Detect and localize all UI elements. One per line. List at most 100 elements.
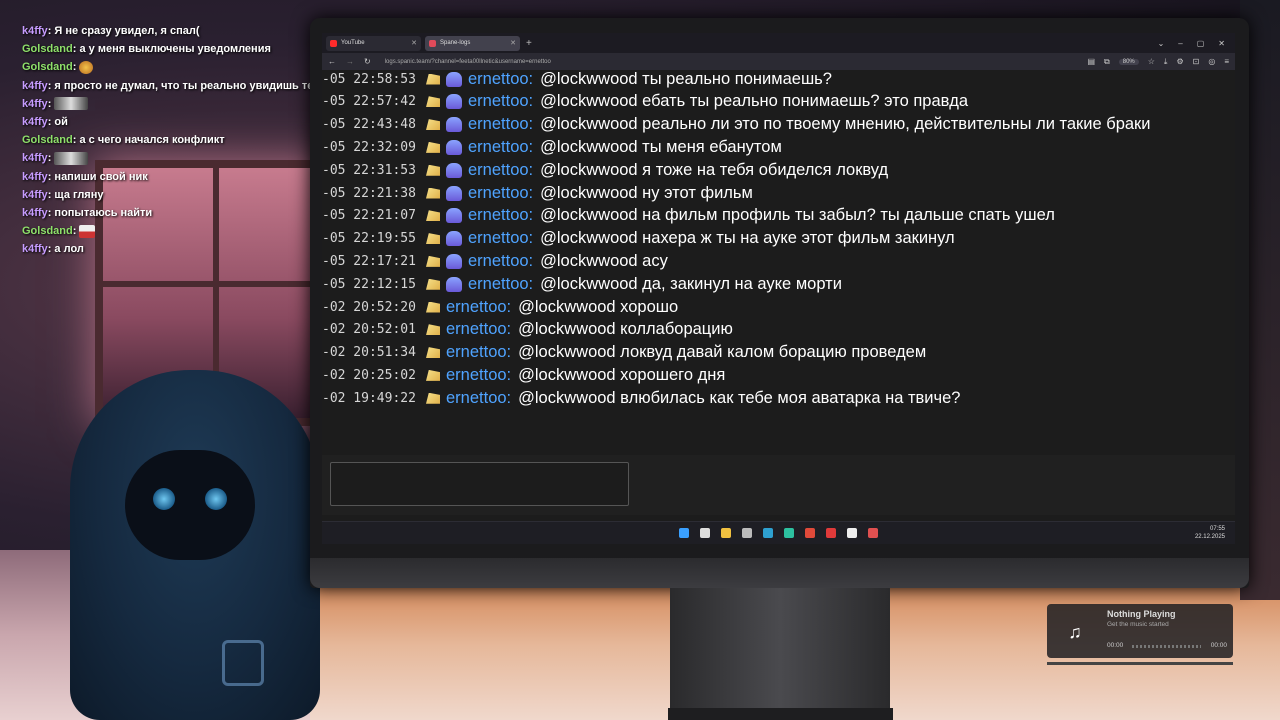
cheese-badge-icon (426, 96, 440, 108)
log-row: -05 22:21:07 ernettoo: @lockwwood на фильм… (322, 205, 1055, 227)
log-username[interactable]: ernettoo: (468, 138, 533, 157)
log-username[interactable]: ernettoo: (446, 298, 511, 317)
log-username[interactable]: ernettoo: (468, 184, 533, 203)
music-time-current: 00:00 (1107, 642, 1124, 649)
file-explorer-icon[interactable] (721, 528, 731, 538)
chat-message: k4ffy: ща гляну (22, 188, 104, 201)
log-message: @lockwwood коллаборацию (518, 320, 733, 339)
chat-message: k4ffy: я просто не думал, что ты реально… (22, 79, 417, 92)
terminal-icon[interactable] (742, 528, 752, 538)
chat-emote (79, 61, 94, 74)
log-username[interactable]: ernettoo: (468, 115, 533, 134)
chat-username: k4ffy (22, 116, 48, 129)
log-row: -05 22:17:21 ernettoo: @lockwwood асу (322, 250, 668, 272)
url-text: logs.spanic.team/?channel=feeta00llnetic… (384, 58, 551, 65)
chat-emote (54, 152, 89, 166)
chat-text: ой (54, 116, 68, 129)
taskbar-icons (679, 528, 878, 538)
chat-message: k4ffy: (22, 95, 312, 113)
account-icon[interactable]: ◎ (1208, 57, 1215, 66)
menu-icon[interactable]: ≡ (1224, 57, 1229, 66)
close-icon[interactable]: ✕ (510, 39, 516, 47)
obs-icon[interactable] (868, 528, 878, 538)
notion-icon[interactable] (847, 528, 857, 538)
windows-start-icon[interactable] (679, 528, 689, 538)
tab-list-icon[interactable]: ⌄ (1158, 39, 1165, 48)
tab-spane-logs[interactable]: Spane-logs ✕ (425, 35, 520, 51)
ghost-badge-icon (446, 231, 462, 247)
back-icon[interactable]: ← (328, 57, 336, 66)
log-username[interactable]: ernettoo: (446, 389, 511, 408)
log-username[interactable]: ernettoo: (468, 275, 533, 294)
chat-username: Golsdand (22, 61, 73, 74)
url-bar[interactable]: logs.spanic.team/?channel=feeta00llnetic… (381, 56, 1078, 68)
music-seek-bar[interactable] (1132, 645, 1201, 648)
chat-username: k4ffy (22, 79, 48, 92)
lock-icon[interactable]: ⊡ (1193, 57, 1200, 66)
browser-window: YouTube ✕ Spane-logs ✕ + ⌄ – ▢ ✕ ← → ↻ l… (322, 33, 1235, 543)
log-username[interactable]: ernettoo: (446, 366, 511, 385)
log-username[interactable]: ernettoo: (468, 161, 533, 180)
chat-text: напиши свой ник (54, 170, 148, 183)
minimize-button[interactable]: – (1178, 39, 1182, 48)
log-message: @lockwwood да, закинул на ауке морти (540, 274, 842, 293)
clock-time: 07:55 (1209, 526, 1225, 532)
log-message: @lockwwood хорошо (518, 297, 679, 316)
zoom-level[interactable]: 80% (1118, 58, 1139, 65)
lock-icon (222, 640, 264, 686)
log-username[interactable]: ernettoo: (446, 343, 511, 362)
yandex-icon[interactable] (805, 528, 815, 538)
chat-username: k4ffy (22, 207, 48, 220)
log-username[interactable]: ernettoo: (468, 70, 533, 89)
clock-date: 22.12.2025 (1194, 534, 1225, 540)
log-row: -02 20:52:20 ernettoo: @lockwwood хорошо (322, 296, 678, 318)
ghost-badge-icon (446, 71, 462, 87)
log-timestamp: -05 22:58:53 (322, 71, 416, 87)
log-username[interactable]: ernettoo: (468, 92, 533, 111)
chat-message: Golsdand: а с чего начался конфликт (22, 134, 225, 147)
log-message: @lockwwood хорошего дня (518, 365, 726, 384)
bookmark-star-icon[interactable]: ☆ (1148, 57, 1155, 66)
app-icon[interactable] (784, 528, 794, 538)
close-icon[interactable]: ✕ (411, 39, 417, 47)
telegram-icon[interactable] (763, 528, 773, 538)
brave-icon[interactable] (826, 528, 836, 538)
music-widget: ♫ Nothing Playing Get the music started … (1047, 604, 1233, 665)
monitor-chin (310, 558, 1249, 588)
log-username[interactable]: ernettoo: (468, 206, 533, 225)
log-timestamp: -05 22:21:38 (322, 185, 416, 201)
cheese-badge-icon (426, 369, 440, 381)
monitor-stand (670, 588, 890, 720)
log-row: -05 22:21:38 ernettoo: @lockwwood ну этот … (322, 182, 753, 204)
download-icon[interactable]: ⤓ (1164, 57, 1168, 67)
log-message: @lockwwood ты реально понимаешь? (540, 69, 832, 88)
log-timestamp: -02 20:51:34 (322, 345, 416, 361)
screenshot-icon[interactable]: ⧉ (1104, 57, 1110, 67)
extensions-icon[interactable]: ⚙ (1176, 57, 1183, 66)
log-message: @lockwwood реально ли это по твоему мнен… (540, 115, 1151, 134)
log-timestamp: -05 22:31:53 (322, 162, 416, 178)
ghost-badge-icon (446, 117, 462, 133)
new-tab-button[interactable]: + (526, 38, 532, 49)
chat-message: k4ffy: Я не сразу увидел, я спал( (22, 25, 200, 37)
maximize-button[interactable]: ▢ (1197, 39, 1205, 48)
embedded-input-box[interactable] (330, 462, 629, 506)
forward-icon[interactable]: → (346, 57, 354, 66)
search-icon[interactable] (700, 528, 710, 538)
taskbar-clock[interactable]: 07:55 22.12.2025 (1195, 525, 1225, 541)
close-window-button[interactable]: ✕ (1218, 39, 1225, 48)
tab-youtube[interactable]: YouTube ✕ (326, 35, 421, 51)
log-username[interactable]: ernettoo: (468, 252, 533, 271)
reader-icon[interactable]: ▤ (1087, 57, 1095, 66)
log-message: @lockwwood ебать ты реально понимаешь? э… (540, 92, 969, 111)
monitor-base (668, 708, 893, 720)
cheese-badge-icon (426, 141, 440, 153)
log-row: -02 20:25:02 ernettoo: @lockwwood хорошего… (322, 364, 725, 386)
log-username[interactable]: ernettoo: (468, 229, 533, 248)
music-note-icon: ♫ (1068, 621, 1082, 642)
log-username[interactable]: ernettoo: (446, 320, 511, 339)
chat-username: k4ffy (22, 152, 48, 165)
log-message: @lockwwood нахера ж ты на ауке этот филь… (540, 229, 955, 248)
reload-icon[interactable]: ↻ (364, 57, 371, 66)
chat-message: k4ffy: напиши свой ник (22, 170, 148, 183)
